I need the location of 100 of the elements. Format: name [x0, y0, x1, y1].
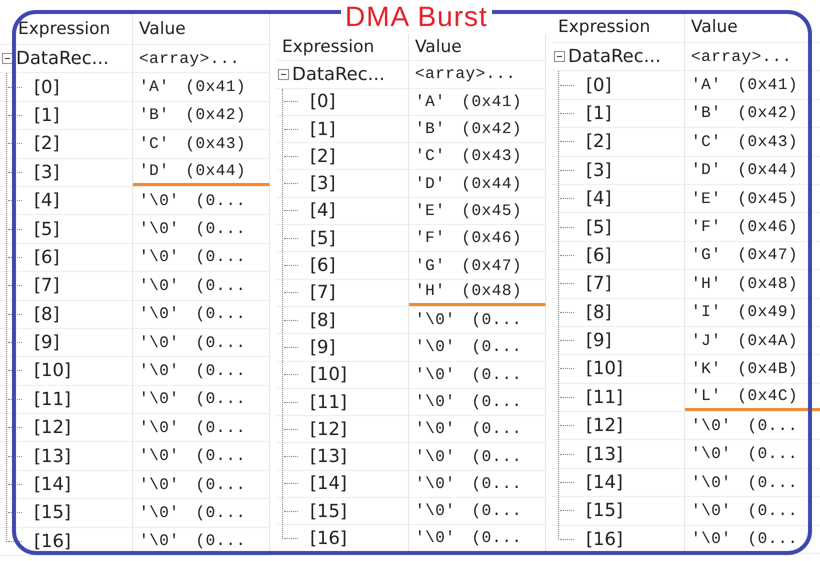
- value-cell: 'D' (0x44): [133, 158, 270, 186]
- value-cell: <array>...: [409, 61, 546, 88]
- collapse-icon[interactable]: [278, 68, 289, 80]
- array-index: [12]: [310, 418, 347, 440]
- value-cell: 'F' (0x46): [685, 213, 820, 241]
- array-index: [9]: [310, 336, 336, 358]
- array-index: [5]: [586, 216, 612, 238]
- column-header[interactable]: Value: [409, 34, 546, 60]
- array-index: [2]: [586, 131, 612, 152]
- array-index: [2]: [310, 146, 336, 167]
- array-index: [7]: [586, 273, 612, 294]
- array-index: [15]: [34, 502, 71, 524]
- array-index: [13]: [310, 446, 347, 468]
- value-cell: '\0' (0...: [133, 386, 270, 414]
- value-cell: '\0' (0...: [409, 306, 546, 334]
- value-cell: 'L' (0x4C): [685, 384, 820, 412]
- column-header[interactable]: Expression: [552, 12, 685, 42]
- array-index: [4]: [34, 190, 60, 212]
- array-index: [6]: [586, 244, 612, 266]
- value-cell: '\0' (0...: [685, 440, 820, 468]
- expression-name: DataRec...: [16, 48, 109, 70]
- array-index: [10]: [34, 360, 71, 382]
- array-index: [16]: [34, 530, 71, 552]
- array-index: [16]: [310, 528, 347, 549]
- array-index: [14]: [34, 474, 71, 496]
- value-cell: 'G' (0x47): [685, 242, 820, 270]
- value-cell: 'B' (0x42): [409, 116, 546, 142]
- array-index: [6]: [34, 246, 60, 268]
- collapse-icon[interactable]: [2, 53, 13, 64]
- expression-name: DataRec...: [292, 64, 385, 85]
- array-index: [12]: [34, 417, 71, 438]
- array-index: [11]: [310, 392, 347, 412]
- value-cell: 'C' (0x43): [685, 128, 820, 156]
- value-cell: '\0' (0...: [133, 244, 270, 272]
- value-cell: '\0' (0...: [409, 498, 546, 524]
- value-cell: '\0' (0...: [409, 362, 546, 388]
- value-cell: '\0' (0...: [133, 499, 270, 527]
- value-cell: '\0' (0...: [133, 442, 270, 470]
- value-cell: '\0' (0...: [409, 470, 546, 498]
- collapse-icon[interactable]: [554, 51, 565, 62]
- column-header[interactable]: Expression: [276, 34, 409, 60]
- array-index: [6]: [310, 255, 336, 276]
- array-index: [1]: [586, 102, 612, 124]
- column-header[interactable]: Expression: [0, 14, 133, 44]
- value-cell: '\0' (0...: [133, 470, 270, 498]
- value-cell: '\0' (0...: [409, 443, 546, 470]
- array-index: [13]: [34, 446, 71, 467]
- array-index: [8]: [310, 310, 336, 331]
- array-index: [3]: [310, 173, 336, 194]
- value-cell: 'G' (0x47): [409, 252, 546, 279]
- value-cell: '\0' (0...: [133, 328, 270, 356]
- expression-name: DataRec...: [568, 46, 661, 68]
- value-cell: '\0' (0...: [685, 526, 820, 554]
- value-cell: 'B' (0x42): [685, 100, 820, 128]
- array-index: [8]: [34, 304, 60, 325]
- array-index: [10]: [586, 358, 623, 380]
- array-index: [12]: [586, 415, 623, 436]
- array-index: [13]: [586, 444, 623, 465]
- value-cell: <array>...: [133, 45, 270, 72]
- array-index: [9]: [34, 332, 60, 354]
- array-index: [11]: [586, 386, 623, 408]
- value-cell: '\0' (0...: [133, 186, 270, 214]
- value-cell: '\0' (0...: [409, 416, 546, 442]
- value-cell: '\0' (0...: [133, 300, 270, 328]
- value-cell: '\0' (0...: [685, 468, 820, 496]
- value-cell: '\0' (0...: [133, 215, 270, 243]
- value-cell: 'F' (0x46): [409, 225, 546, 252]
- value-cell: '\0' (0...: [685, 497, 820, 525]
- array-index: [16]: [586, 528, 623, 550]
- column-header[interactable]: Value: [685, 12, 820, 42]
- array-index: [3]: [34, 162, 60, 183]
- array-index: [11]: [34, 388, 71, 410]
- array-index: [4]: [310, 200, 336, 222]
- value-cell: 'H' (0x48): [685, 270, 820, 298]
- array-index: [10]: [310, 364, 347, 386]
- array-index: [0]: [586, 74, 612, 96]
- array-index: [9]: [586, 330, 612, 352]
- value-cell: '\0' (0...: [133, 414, 270, 442]
- value-cell: '\0' (0...: [685, 412, 820, 440]
- value-cell: 'J' (0x4A): [685, 326, 820, 354]
- value-cell: 'K' (0x4B): [685, 355, 820, 383]
- array-index: [8]: [586, 302, 612, 323]
- array-index: [0]: [310, 91, 336, 112]
- column-header[interactable]: Value: [133, 14, 270, 44]
- value-cell: '\0' (0...: [133, 528, 270, 556]
- array-index: [15]: [586, 500, 623, 522]
- value-cell: 'C' (0x43): [409, 143, 546, 170]
- array-index: [0]: [34, 76, 60, 98]
- array-index: [7]: [34, 275, 60, 296]
- array-index: [5]: [310, 228, 336, 249]
- value-cell: <array>...: [685, 43, 820, 70]
- value-cell: '\0' (0...: [133, 357, 270, 385]
- value-cell: 'H' (0x48): [409, 280, 546, 306]
- array-index: [1]: [34, 104, 60, 126]
- array-index: [15]: [310, 500, 347, 522]
- value-cell: 'A' (0x41): [409, 88, 546, 115]
- value-cell: 'A' (0x41): [133, 73, 270, 101]
- array-index: [4]: [586, 188, 612, 210]
- value-cell: 'B' (0x42): [133, 102, 270, 130]
- value-cell: 'E' (0x45): [409, 198, 546, 224]
